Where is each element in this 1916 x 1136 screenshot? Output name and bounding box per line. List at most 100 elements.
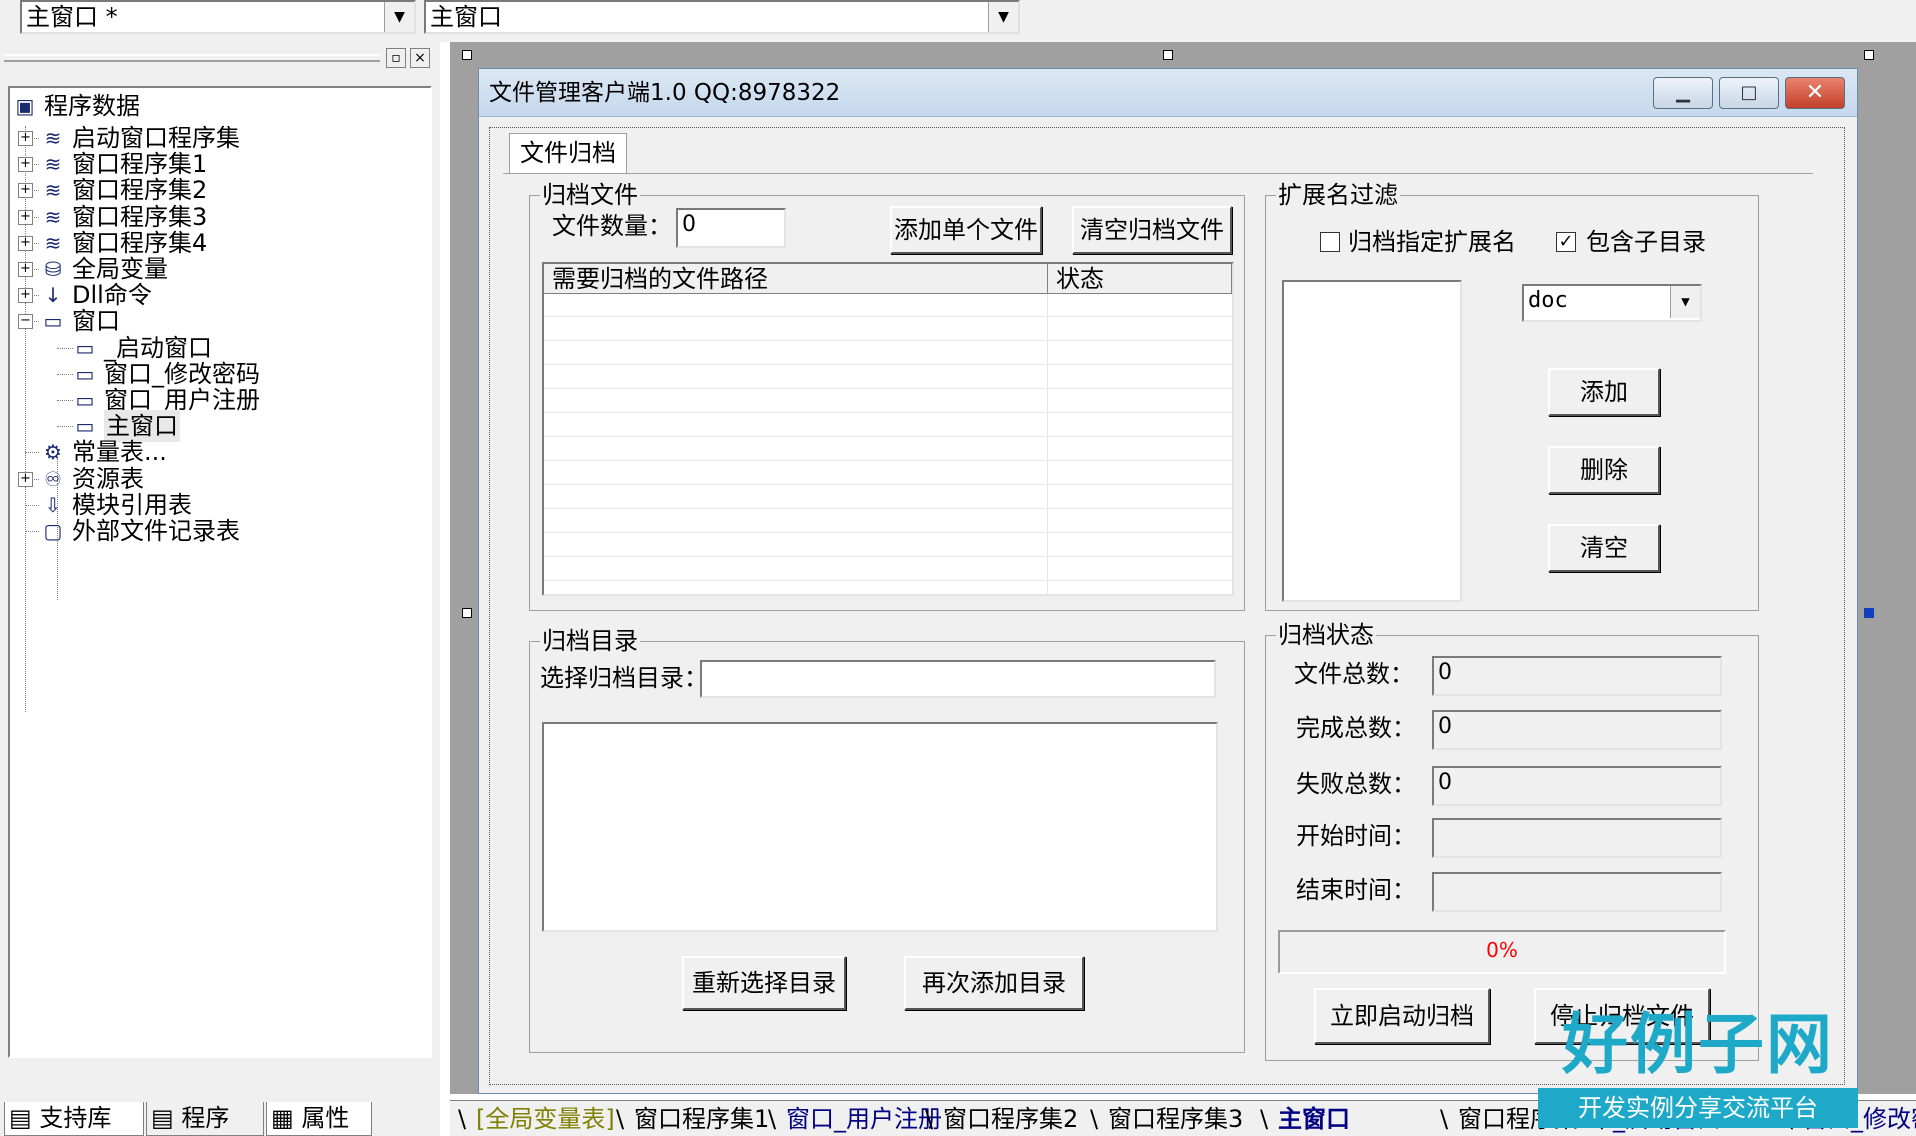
designed-window[interactable]: 文件管理客户端1.0 QQ:8978322 ▁ □ ✕ 文件归档 归档文件 文件… (478, 68, 1858, 1094)
module-icon: ≋ (44, 178, 62, 203)
archive-dir-group: 归档目录 选择归档目录： 重新选择目录 再次添加目录 (529, 626, 1245, 1053)
include-sub-label: 包含子目录 (1586, 228, 1706, 256)
file-path-grid[interactable]: 需要归档的文件路径 状态 (542, 262, 1234, 596)
reselect-dir-button[interactable]: 重新选择目录 (682, 956, 846, 1010)
maximize-icon[interactable]: □ (1719, 77, 1779, 109)
expand-icon[interactable]: + (18, 183, 33, 199)
tab-separator: \ (616, 1105, 625, 1133)
grid-row-line (544, 460, 1232, 461)
dir-list[interactable] (542, 722, 1218, 932)
program-icon: ▤ (151, 1104, 174, 1132)
tab-support-lib[interactable]: ▤ 支持库 (4, 1102, 144, 1136)
archive-files-group: 归档文件 文件数量： 0 添加单个文件 清空归档文件 需要归档的文件路径 状态 (529, 180, 1245, 611)
tab-separator: \ (768, 1105, 777, 1133)
collapse-icon[interactable]: − (18, 314, 33, 330)
resize-handle[interactable] (462, 608, 472, 618)
clear-archive-files-button[interactable]: 清空归档文件 (1072, 206, 1232, 254)
constants-icon: ⚙ (44, 440, 62, 465)
tab-separator: \ (1260, 1105, 1269, 1133)
resize-handle[interactable] (1163, 50, 1173, 60)
clear-ext-button[interactable]: 清空 (1548, 524, 1660, 572)
ext-filter-title: 扩展名过滤 (1276, 180, 1400, 210)
grid-row-line (544, 508, 1232, 509)
column-file-path[interactable]: 需要归档的文件路径 (544, 264, 1048, 294)
select-dir-label: 选择归档目录： (540, 664, 708, 692)
add-single-file-button[interactable]: 添加单个文件 (890, 206, 1042, 254)
module-icon: ≋ (44, 152, 62, 177)
column-status[interactable]: 状态 (1048, 264, 1232, 294)
tab-archive[interactable]: 文件归档 (509, 133, 627, 173)
tree-root[interactable]: ▣ 程序数据 (12, 90, 412, 122)
restore-icon[interactable]: ▫ (386, 48, 406, 68)
close-icon[interactable]: × (410, 48, 430, 68)
resize-handle[interactable] (1864, 50, 1874, 60)
start-time-field[interactable] (1432, 818, 1722, 858)
add-ext-button[interactable]: 添加 (1548, 368, 1660, 416)
expand-icon[interactable]: + (18, 471, 33, 487)
grid-col-divider (1047, 294, 1048, 594)
start-archive-button[interactable]: 立即启动归档 (1314, 988, 1490, 1044)
expand-icon[interactable]: + (18, 209, 33, 225)
grid-row-line (544, 580, 1232, 581)
minimize-icon[interactable]: ▁ (1653, 77, 1713, 109)
archive-ext-checkbox[interactable] (1320, 232, 1340, 252)
tab-separator: \ (1440, 1105, 1449, 1133)
file-count-field[interactable]: 0 (676, 208, 786, 248)
done-field[interactable]: 0 (1432, 710, 1722, 750)
panel-tabs: ▤ 支持库 ▤ 程序 ▦ 属性 (0, 1102, 440, 1136)
grid-row-line (544, 436, 1232, 437)
program-icon: ▣ (15, 94, 35, 118)
archive-dir-title: 归档目录 (540, 626, 640, 656)
tree-item[interactable]: ▢ 外部文件记录表 (10, 515, 420, 547)
expand-icon[interactable]: + (18, 157, 33, 173)
start-time-label: 开始时间： (1296, 822, 1416, 850)
object-select-combo[interactable]: 主窗口 * ▼ (20, 0, 416, 34)
expand-icon[interactable]: + (18, 131, 33, 146)
tree-item-label: 外部文件记录表 (72, 517, 240, 545)
progress-text: 0% (1486, 938, 1518, 962)
tab-properties[interactable]: ▦ 属性 (266, 1102, 372, 1136)
code-tab[interactable]: 窗口程序集2 (943, 1103, 1078, 1136)
code-tab[interactable]: [全局变量表] (476, 1103, 615, 1136)
close-icon[interactable]: ✕ (1785, 77, 1845, 109)
expand-icon[interactable]: + (18, 288, 33, 304)
tab-program[interactable]: ▤ 程序 (146, 1102, 264, 1136)
delete-ext-button[interactable]: 删除 (1548, 446, 1660, 494)
resize-handle[interactable] (1864, 608, 1874, 618)
add-dir-again-button[interactable]: 再次添加目录 (904, 956, 1084, 1010)
expand-icon[interactable]: + (18, 262, 33, 277)
module-icon: ≋ (44, 204, 62, 229)
panel-grip[interactable] (4, 54, 380, 62)
database-icon: ⛁ (44, 257, 62, 281)
ext-list[interactable] (1282, 280, 1462, 602)
project-tree[interactable]: ▣ 程序数据 + ≋ 启动窗口程序集 + ≋ 窗口程序集1 + ≋ 窗口程序集2 + ≋ 窗口程序集3… (8, 86, 432, 1058)
expand-icon[interactable]: + (18, 235, 33, 251)
code-tab[interactable]: 窗口_用户注册 (786, 1103, 942, 1136)
external-file-icon: ▢ (43, 519, 63, 543)
tree-root-label: 程序数据 (44, 92, 140, 120)
fail-field[interactable]: 0 (1432, 766, 1722, 806)
dir-path-field[interactable] (700, 660, 1216, 698)
tree-line (25, 531, 39, 532)
tab-program-label: 程序 (181, 1104, 230, 1132)
chevron-down-icon[interactable]: ▼ (1670, 286, 1700, 318)
chevron-down-icon[interactable]: ▼ (384, 2, 414, 32)
site-logo: 好例子网 开发实例分享交流平台 (1538, 1004, 1858, 1136)
archive-status-title: 归档状态 (1276, 620, 1376, 650)
module-ref-icon: ⇩ (44, 492, 62, 517)
dll-icon: ↓ (44, 283, 62, 308)
chevron-down-icon[interactable]: ▼ (988, 2, 1018, 32)
code-tab[interactable]: 主窗口 (1278, 1103, 1350, 1136)
code-tab[interactable]: 窗口程序集1 (634, 1103, 769, 1136)
code-tab[interactable]: 窗口程序集3 (1108, 1103, 1243, 1136)
total-field[interactable]: 0 (1432, 656, 1722, 696)
window-titlebar[interactable]: 文件管理客户端1.0 QQ:8978322 ▁ □ ✕ (479, 69, 1857, 117)
panel-header: ▫ × (0, 48, 440, 70)
end-time-field[interactable] (1432, 872, 1722, 912)
window-icon: ▭ (43, 309, 63, 334)
grid-row-line (544, 412, 1232, 413)
resize-handle[interactable] (462, 50, 472, 60)
ext-select[interactable]: doc ▼ (1522, 284, 1702, 322)
include-sub-checkbox[interactable]: ✓ (1556, 232, 1576, 252)
event-select-combo[interactable]: 主窗口 ▼ (424, 0, 1020, 34)
